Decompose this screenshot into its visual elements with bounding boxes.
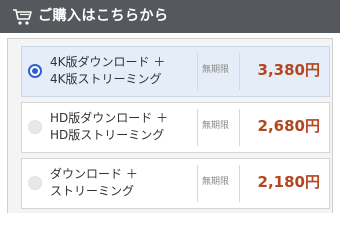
plan-name-line2: HD版ストリーミング bbox=[50, 128, 165, 142]
plan-name-line1: 4K版ダウンロード ＋ bbox=[50, 55, 166, 69]
plan-period: 無期限 bbox=[202, 121, 230, 131]
divider bbox=[197, 109, 198, 146]
divider bbox=[239, 53, 240, 90]
plan-name-line1: ダウンロード ＋ bbox=[50, 167, 138, 181]
header-title: ご購入はこちらから bbox=[38, 8, 169, 24]
purchase-header: ご購入はこちらから bbox=[0, 0, 340, 33]
divider bbox=[197, 53, 198, 90]
plan-option-hd[interactable]: HD版ダウンロード ＋ HD版ストリーミング 無期限 2,680円 bbox=[21, 102, 330, 153]
plan-period: 無期限 bbox=[202, 177, 230, 187]
plan-name-line1: HD版ダウンロード ＋ bbox=[50, 111, 169, 125]
plan-period: 無期限 bbox=[202, 65, 230, 75]
plan-name: HD版ダウンロード ＋ HD版ストリーミング bbox=[50, 110, 200, 144]
plan-radio-selected[interactable] bbox=[28, 64, 42, 78]
divider bbox=[197, 165, 198, 202]
plan-name: ダウンロード ＋ ストリーミング bbox=[50, 166, 200, 200]
plan-price: 2,680円 bbox=[257, 117, 320, 135]
divider bbox=[239, 109, 240, 146]
plan-price: 2,180円 bbox=[257, 173, 320, 191]
plan-name-line2: 4K版ストリーミング bbox=[50, 72, 162, 86]
divider bbox=[239, 165, 240, 202]
cart-icon bbox=[13, 9, 32, 25]
plan-radio[interactable] bbox=[28, 176, 42, 190]
plan-radio[interactable] bbox=[28, 120, 42, 134]
plan-list-panel: 4K版ダウンロード ＋ 4K版ストリーミング 無期限 3,380円 HD版ダウン… bbox=[7, 38, 333, 213]
plan-price: 3,380円 bbox=[257, 61, 320, 79]
plan-name-line2: ストリーミング bbox=[50, 184, 135, 198]
plan-name: 4K版ダウンロード ＋ 4K版ストリーミング bbox=[50, 54, 200, 88]
plan-option-4k[interactable]: 4K版ダウンロード ＋ 4K版ストリーミング 無期限 3,380円 bbox=[21, 46, 330, 97]
plan-option-standard[interactable]: ダウンロード ＋ ストリーミング 無期限 2,180円 bbox=[21, 158, 330, 209]
